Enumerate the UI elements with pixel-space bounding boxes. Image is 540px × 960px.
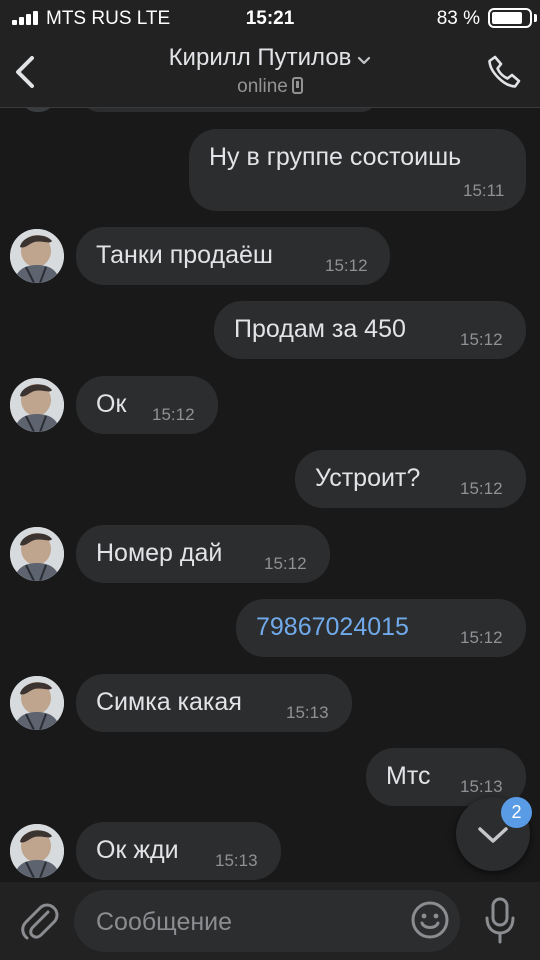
message-list[interactable]: Ну в группе состоишь 15:11 Танки продаёш… bbox=[0, 108, 540, 882]
mobile-icon bbox=[291, 77, 303, 94]
presence-status: online bbox=[0, 76, 540, 98]
message-time: 15:13 bbox=[286, 703, 329, 722]
message-bubble-incoming[interactable]: Ок 15:12 bbox=[76, 376, 218, 434]
avatar[interactable] bbox=[10, 378, 64, 432]
message-input[interactable]: Сообщение bbox=[74, 890, 460, 952]
message-text: Продам за 450 bbox=[234, 315, 406, 343]
message-bubble-incoming[interactable]: Ок жди 15:13 bbox=[76, 822, 281, 880]
paperclip-icon bbox=[21, 903, 59, 940]
previous-avatar bbox=[22, 108, 54, 112]
unread-badge: 2 bbox=[501, 797, 532, 828]
message-text: Ок bbox=[96, 390, 127, 418]
message-time: 15:12 bbox=[152, 405, 195, 424]
emoji-icon bbox=[411, 901, 449, 939]
contact-name: Кирилл Путилов bbox=[168, 44, 352, 71]
message-bubble-outgoing[interactable]: Ну в группе состоишь 15:11 bbox=[189, 129, 526, 211]
message-time: 15:13 bbox=[215, 851, 258, 870]
chat-header: Кирилл Путилов online bbox=[0, 36, 540, 108]
message-time: 15:12 bbox=[264, 554, 307, 573]
message-text: Номер дай bbox=[96, 539, 223, 567]
message-time: 15:12 bbox=[460, 628, 503, 647]
presence-label: online bbox=[237, 76, 288, 97]
phone-number-link[interactable]: 79867024015 bbox=[256, 613, 409, 642]
message-text: Танки продаёш bbox=[96, 241, 273, 269]
message-time: 15:11 bbox=[463, 181, 505, 200]
battery-percent: 83 % bbox=[436, 8, 480, 29]
microphone-icon bbox=[485, 897, 515, 944]
voice-message-button[interactable] bbox=[482, 896, 518, 946]
battery-tip bbox=[534, 14, 537, 22]
message-time: 15:12 bbox=[460, 330, 503, 349]
message-text: Мтс bbox=[386, 762, 431, 790]
message-text: Симка какая bbox=[96, 688, 242, 716]
chevron-down-icon bbox=[357, 45, 371, 73]
message-bubble-incoming[interactable]: Симка какая 15:13 bbox=[76, 674, 352, 732]
message-time: 15:12 bbox=[325, 256, 368, 275]
message-bubble-incoming[interactable]: Танки продаёш 15:12 bbox=[76, 227, 390, 285]
contact-title[interactable]: Кирилл Путилов bbox=[0, 44, 540, 73]
message-bubble-incoming[interactable]: Номер дай 15:12 bbox=[76, 525, 330, 583]
phone-call-icon bbox=[488, 55, 521, 88]
message-bubble-outgoing[interactable]: 79867024015 15:12 bbox=[236, 599, 526, 657]
call-button[interactable] bbox=[484, 52, 524, 92]
composer-bar: Сообщение bbox=[0, 882, 540, 960]
message-bubble-outgoing[interactable]: Продам за 450 15:12 bbox=[214, 301, 526, 359]
previous-message-bubble bbox=[84, 108, 376, 112]
message-text: Устроит? bbox=[315, 464, 421, 492]
avatar[interactable] bbox=[10, 676, 64, 730]
battery-icon bbox=[488, 8, 532, 28]
message-input-placeholder: Сообщение bbox=[96, 908, 233, 936]
message-time: 15:13 bbox=[460, 777, 503, 796]
message-bubble-outgoing[interactable]: Устроит? 15:12 bbox=[295, 450, 526, 508]
avatar[interactable] bbox=[10, 527, 64, 581]
status-bar: MTS RUS LTE 15:21 83 % bbox=[0, 0, 540, 36]
emoji-button[interactable] bbox=[410, 900, 450, 940]
avatar[interactable] bbox=[10, 229, 64, 283]
message-time: 15:12 bbox=[460, 479, 503, 498]
avatar[interactable] bbox=[10, 824, 64, 878]
attach-button[interactable] bbox=[18, 898, 60, 942]
message-text: Ну в группе состоишь bbox=[209, 143, 462, 171]
message-text: Ок жди bbox=[96, 836, 179, 864]
